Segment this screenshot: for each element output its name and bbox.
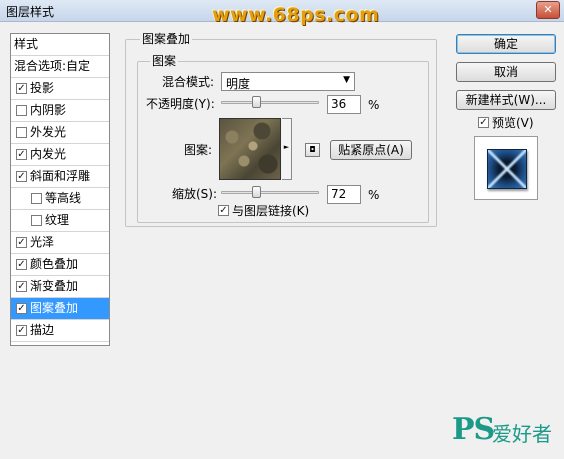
scale-input[interactable]: 72 xyxy=(327,185,361,204)
style-item-satin[interactable]: ✓ 光泽 xyxy=(11,232,109,254)
gradient-overlay-checkbox[interactable]: ✓ xyxy=(16,281,27,292)
outer-glow-checkbox[interactable] xyxy=(16,127,27,138)
preview-swatch xyxy=(487,149,527,189)
style-item-color-overlay[interactable]: ✓ 颜色叠加 xyxy=(11,254,109,276)
style-item-label: 等高线 xyxy=(45,191,82,205)
style-item-stroke[interactable]: ✓ 描边 xyxy=(11,320,109,342)
satin-checkbox[interactable]: ✓ xyxy=(16,237,27,248)
ok-button[interactable]: 确定 xyxy=(456,34,556,54)
scale-unit: % xyxy=(368,188,380,202)
color-overlay-checkbox[interactable]: ✓ xyxy=(16,259,27,270)
style-item-texture[interactable]: 纹理 xyxy=(11,210,109,232)
new-style-button[interactable]: 新建样式(W)... xyxy=(456,90,556,110)
style-list: 样式 混合选项:自定 ✓ 投影 内阴影 外发光 ✓ 内发光 ✓ 斜面和浮雕 等高… xyxy=(10,33,110,346)
style-item-label: 内发光 xyxy=(30,147,67,161)
style-item-label: 外发光 xyxy=(30,125,67,139)
style-item-label: 渐变叠加 xyxy=(30,279,79,293)
style-item-bevel-emboss[interactable]: ✓ 斜面和浮雕 xyxy=(11,166,109,188)
style-item-label: 投影 xyxy=(30,81,55,95)
blend-mode-value: 明度 xyxy=(226,77,251,91)
style-item-label: 斜面和浮雕 xyxy=(30,169,91,183)
pattern-label: 图案: xyxy=(184,143,213,157)
style-item-drop-shadow[interactable]: ✓ 投影 xyxy=(11,78,109,100)
subgroup-title: 图案 xyxy=(150,54,179,68)
preview-checkbox[interactable]: ✓ xyxy=(478,117,489,128)
pattern-swatch[interactable] xyxy=(219,118,281,180)
brand-logo-sub: 爱好者 xyxy=(492,422,552,446)
blend-mode-select[interactable]: 明度 ▼ xyxy=(221,72,355,91)
stroke-checkbox[interactable]: ✓ xyxy=(16,325,27,336)
drop-shadow-checkbox[interactable]: ✓ xyxy=(16,83,27,94)
link-with-layer-label: 与图层链接(K) xyxy=(232,204,310,218)
style-item-label: 描边 xyxy=(30,323,55,337)
style-item-inner-glow[interactable]: ✓ 内发光 xyxy=(11,144,109,166)
pattern-picker-arrow-icon[interactable]: ► xyxy=(282,118,292,180)
chevron-down-icon: ▼ xyxy=(343,75,350,85)
style-item-outer-glow[interactable]: 外发光 xyxy=(11,122,109,144)
new-preset-icon[interactable]: ◘ xyxy=(305,143,320,157)
opacity-label: 不透明度(Y): xyxy=(146,97,215,111)
group-title: 图案叠加 xyxy=(140,32,193,46)
cancel-button[interactable]: 取消 xyxy=(456,62,556,82)
style-item-label: 纹理 xyxy=(45,213,70,227)
style-item-contour[interactable]: 等高线 xyxy=(11,188,109,210)
style-item-gradient-overlay[interactable]: ✓ 渐变叠加 xyxy=(11,276,109,298)
contour-checkbox[interactable] xyxy=(31,193,42,204)
opacity-input[interactable]: 36 xyxy=(327,95,361,114)
style-preview-thumbnail xyxy=(474,136,538,200)
blend-options-item[interactable]: 混合选项:自定 xyxy=(11,56,109,78)
style-list-header[interactable]: 样式 xyxy=(11,34,109,56)
scale-label: 缩放(S): xyxy=(172,187,218,201)
scale-slider[interactable] xyxy=(221,191,319,194)
window-title: 图层样式 xyxy=(6,5,55,19)
style-item-pattern-overlay[interactable]: ✓ 图案叠加 xyxy=(11,298,109,320)
style-item-label: 颜色叠加 xyxy=(30,257,79,271)
opacity-slider-thumb[interactable] xyxy=(252,96,262,108)
style-item-label: 内阴影 xyxy=(30,103,67,117)
inner-shadow-checkbox[interactable] xyxy=(16,105,27,116)
link-with-layer-checkbox[interactable]: ✓ xyxy=(218,205,229,216)
blend-mode-label: 混合模式: xyxy=(162,75,215,89)
preview-label: 预览(V) xyxy=(492,116,534,130)
brand-logo: PS xyxy=(452,412,495,447)
style-item-label: 图案叠加 xyxy=(30,301,79,315)
bevel-emboss-checkbox[interactable]: ✓ xyxy=(16,171,27,182)
texture-checkbox[interactable] xyxy=(31,215,42,226)
close-button[interactable]: ✕ xyxy=(536,1,560,19)
scale-slider-thumb[interactable] xyxy=(252,186,262,198)
watermark-text: www.68ps.com xyxy=(212,4,380,26)
inner-glow-checkbox[interactable]: ✓ xyxy=(16,149,27,160)
opacity-unit: % xyxy=(368,98,380,112)
style-item-inner-shadow[interactable]: 内阴影 xyxy=(11,100,109,122)
style-item-label: 光泽 xyxy=(30,235,55,249)
snap-to-origin-button[interactable]: 贴紧原点(A) xyxy=(330,140,412,160)
pattern-overlay-checkbox[interactable]: ✓ xyxy=(16,303,27,314)
opacity-slider[interactable] xyxy=(221,101,319,104)
